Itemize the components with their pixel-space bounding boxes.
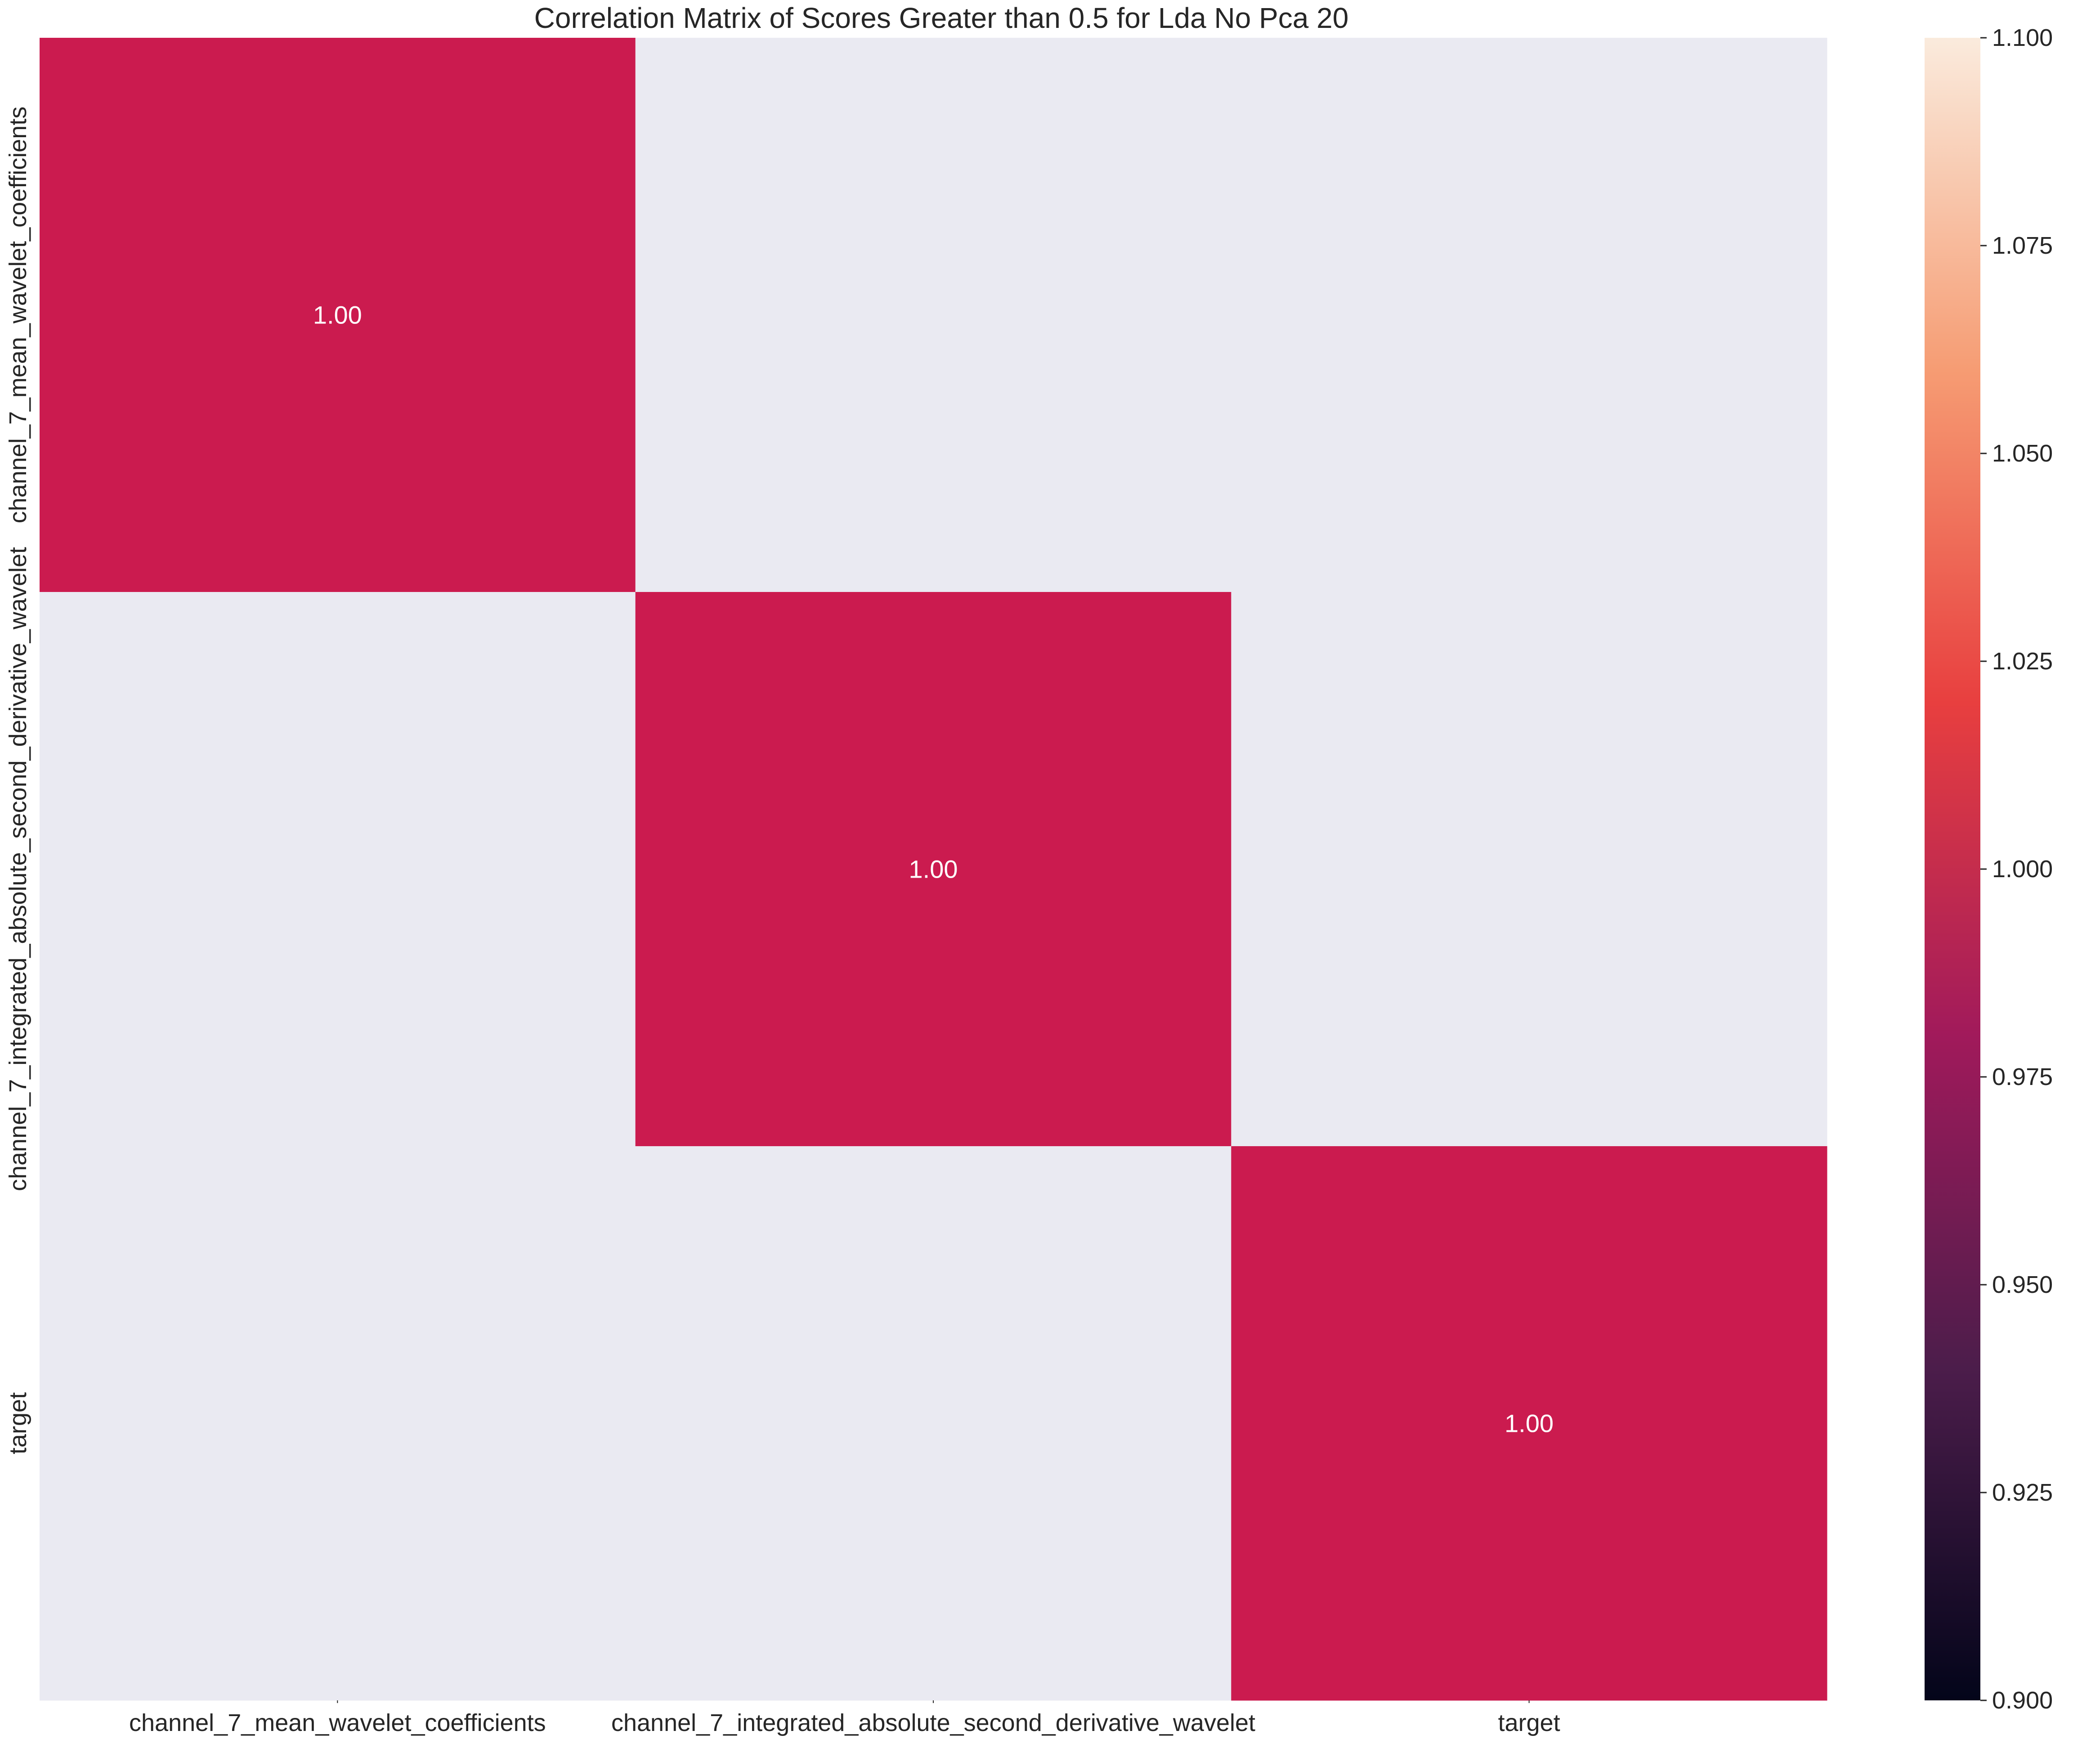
x-tick-label: channel_7_integrated_absolute_second_der… (611, 1709, 1255, 1736)
heatmap-cell-r1-c0 (40, 592, 636, 1147)
colorbar-tick-label: 1.000 (1992, 856, 2053, 883)
cell-annotation-r1-c1: 1.00 (909, 855, 958, 883)
y-tick-label: target (4, 1392, 31, 1454)
cell-annotation-r0-c0: 1.00 (313, 301, 362, 329)
colorbar-tick-label: 0.950 (1992, 1271, 2053, 1298)
colorbar-tick-label: 1.025 (1992, 648, 2053, 675)
chart-title: Correlation Matrix of Scores Greater tha… (534, 2, 1349, 34)
colorbar-tick-label: 1.075 (1992, 232, 2053, 259)
heatmap-svg: Correlation Matrix of Scores Greater tha… (4, 2, 2053, 1736)
heatmap-cell-r1-c2 (1231, 592, 1827, 1147)
heatmap-cell-r0-c1 (635, 38, 1231, 592)
heatmap-cell-r2-c1 (635, 1146, 1231, 1701)
colorbar-tick-label: 1.050 (1992, 440, 2053, 467)
x-tick-labels: channel_7_mean_wavelet_coefficients chann… (129, 1700, 1560, 1736)
y-tick-labels: channel_7_mean_wavelet_coefficientschann… (4, 107, 31, 1454)
heatmap-cell-r0-c2 (1231, 38, 1827, 592)
x-tick-label: channel_7_mean_wavelet_coefficients (129, 1709, 546, 1736)
x-tick-label: target (1498, 1709, 1560, 1736)
y-tick-label: channel_7_mean_wavelet_coefficients (4, 107, 31, 524)
heatmap-figure: Correlation Matrix of Scores Greater tha… (0, 0, 2100, 1742)
colorbar-tick-label: 0.975 (1992, 1063, 2053, 1090)
colorbar: 0.900 0.925 0.950 0.975 1.000 1.025 1.050 1.075… (1925, 24, 2053, 1714)
y-tick-label: channel_7_integrated_absolute_second_der… (4, 547, 31, 1191)
colorbar-tick-label: 0.900 (1992, 1687, 2053, 1714)
colorbar-gradient (1925, 38, 1980, 1700)
colorbar-tick-label: 0.925 (1992, 1479, 2053, 1506)
colorbar-tick-label: 1.100 (1992, 24, 2053, 51)
cell-annotation-r2-c2: 1.00 (1504, 1409, 1554, 1438)
heatmap-cell-r2-c0 (40, 1146, 636, 1701)
